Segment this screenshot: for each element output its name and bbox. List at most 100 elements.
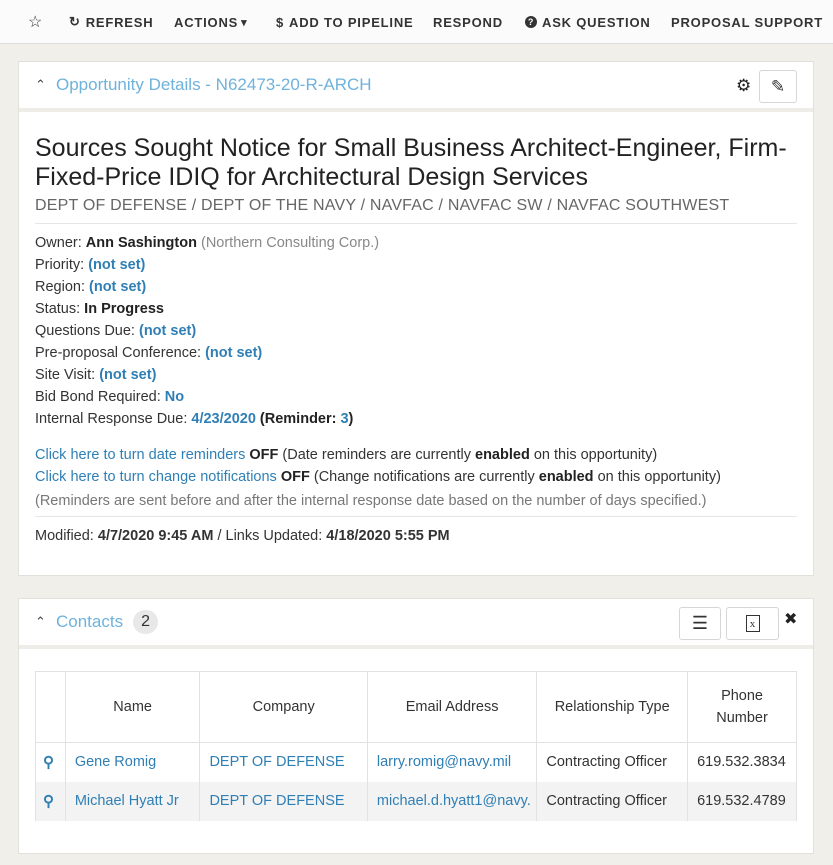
owner-row: Owner: Ann Sashington (Northern Consulti… bbox=[35, 232, 797, 254]
dollar-icon: $ bbox=[276, 14, 285, 30]
table-row: ⚲ Michael Hyatt Jr DEPT OF DEFENSE micha… bbox=[35, 781, 797, 821]
links-updated-label: / Links Updated: bbox=[217, 528, 323, 544]
gear-icon[interactable]: ⚙ bbox=[736, 76, 751, 96]
questions-due-row: Questions Due: (not set) bbox=[35, 320, 797, 342]
change-notifications-row: Click here to turn change notifications … bbox=[35, 466, 797, 488]
caret-down-icon: ▾ bbox=[241, 16, 248, 29]
bid-bond-row: Bid Bond Required: No bbox=[35, 386, 797, 408]
column-header-company[interactable]: Company bbox=[199, 671, 368, 743]
proposal-support-button[interactable]: PROPOSAL SUPPORT bbox=[671, 0, 823, 44]
contacts-table-wrap: Name Company Email Address Relationship … bbox=[19, 649, 813, 861]
site-visit-label: Site Visit: bbox=[35, 367, 96, 383]
date-reminders-link-text: Click here to turn date reminders bbox=[35, 447, 246, 463]
change-notif-enabled: enabled bbox=[538, 469, 594, 485]
questions-due-value[interactable]: (not set) bbox=[139, 323, 196, 339]
opportunity-details-panel: ⌃ Opportunity Details - N62473-20-R-ARCH… bbox=[18, 61, 814, 576]
change-notif-off: OFF bbox=[280, 469, 310, 485]
contacts-table: Name Company Email Address Relationship … bbox=[35, 671, 797, 821]
refresh-button[interactable]: ↻ REFRESH bbox=[69, 0, 153, 44]
contacts-title[interactable]: Contacts bbox=[56, 612, 123, 632]
close-icon[interactable]: ✖ bbox=[784, 609, 797, 629]
details-fields: Owner: Ann Sashington (Northern Consulti… bbox=[35, 232, 797, 430]
pencil-icon: ✎ bbox=[770, 76, 786, 96]
internal-due-label: Internal Response Due: bbox=[35, 411, 188, 427]
site-visit-row: Site Visit: (not set) bbox=[35, 364, 797, 386]
contact-name-link[interactable]: Michael Hyatt Jr bbox=[75, 793, 179, 809]
contact-company-link[interactable]: DEPT OF DEFENSE bbox=[209, 754, 344, 770]
excel-icon: x bbox=[745, 615, 760, 632]
collapse-icon[interactable]: ⌃ bbox=[35, 614, 46, 630]
opportunity-details-body: Sources Sought Notice for Small Business… bbox=[19, 112, 813, 559]
date-reminders-row: Click here to turn date reminders OFF (D… bbox=[35, 444, 797, 466]
contact-relationship: Contracting Officer bbox=[536, 742, 689, 782]
date-reminders-toggle-link[interactable]: Click here to turn date reminders OFF bbox=[35, 447, 278, 463]
contacts-count-badge: 2 bbox=[133, 610, 158, 634]
collapse-icon[interactable]: ⌃ bbox=[35, 77, 46, 93]
preproposal-row: Pre-proposal Conference: (not set) bbox=[35, 342, 797, 364]
contacts-header: ⌃ Contacts 2 ☰ x ✖ bbox=[19, 599, 813, 649]
contact-relationship: Contracting Officer bbox=[536, 781, 689, 821]
toolbar: ☆ ↻ REFRESH ACTIONS ▾ $ ADD TO PIPELINE … bbox=[0, 0, 833, 44]
ask-question-button[interactable]: ? ASK QUESTION bbox=[525, 0, 651, 44]
ask-question-label: ASK QUESTION bbox=[542, 14, 651, 30]
region-value[interactable]: (not set) bbox=[89, 279, 146, 295]
respond-label: RESPOND bbox=[433, 14, 503, 30]
edit-button[interactable]: ✎ bbox=[759, 70, 797, 103]
add-to-pipeline-label: ADD TO PIPELINE bbox=[289, 14, 414, 30]
date-reminders-note-a: (Date reminders are currently bbox=[282, 447, 471, 463]
date-reminders-note-b: on this opportunity) bbox=[533, 447, 658, 463]
question-circle-icon: ? bbox=[525, 16, 537, 28]
change-notifications-toggle-link[interactable]: Click here to turn change notifications … bbox=[35, 469, 310, 485]
contacts-panel: ⌃ Contacts 2 ☰ x ✖ Name Company Email Ad… bbox=[18, 598, 814, 854]
priority-value[interactable]: (not set) bbox=[88, 257, 145, 273]
internal-due-value[interactable]: 4/23/2020 bbox=[191, 411, 256, 427]
reminder-value[interactable]: 3 bbox=[340, 411, 348, 427]
proposal-support-label: PROPOSAL SUPPORT bbox=[671, 14, 823, 30]
column-header-email[interactable]: Email Address bbox=[366, 671, 538, 743]
favorite-star-button[interactable]: ☆ bbox=[28, 0, 43, 44]
reminder-note: (Reminders are sent before and after the… bbox=[35, 490, 797, 517]
owner-name: Ann Sashington bbox=[85, 235, 197, 251]
preproposal-value[interactable]: (not set) bbox=[205, 345, 262, 361]
modified-row: Modified: 4/7/2020 9:45 AM / Links Updat… bbox=[35, 525, 797, 547]
export-excel-button[interactable]: x bbox=[726, 607, 779, 640]
actions-dropdown[interactable]: ACTIONS ▾ bbox=[174, 0, 247, 44]
agency-path: DEPT OF DEFENSE / DEPT OF THE NAVY / NAV… bbox=[35, 197, 797, 224]
search-icon[interactable]: ⚲ bbox=[35, 781, 66, 821]
contact-phone: 619.532.4789 bbox=[687, 781, 797, 821]
list-icon: ☰ bbox=[691, 613, 709, 633]
priority-row: Priority: (not set) bbox=[35, 254, 797, 276]
contact-name-link[interactable]: Gene Romig bbox=[75, 754, 156, 770]
owner-label: Owner: bbox=[35, 235, 82, 251]
refresh-icon: ↻ bbox=[69, 14, 81, 29]
preproposal-label: Pre-proposal Conference: bbox=[35, 345, 202, 361]
change-notif-link-text: Click here to turn change notifications bbox=[35, 469, 277, 485]
owner-org: (Northern Consulting Corp.) bbox=[200, 235, 380, 251]
column-header-name[interactable]: Name bbox=[64, 671, 201, 743]
opportunity-details-title[interactable]: Opportunity Details - N62473-20-R-ARCH bbox=[56, 75, 372, 95]
add-to-pipeline-button[interactable]: $ ADD TO PIPELINE bbox=[276, 0, 413, 44]
table-row: ⚲ Gene Romig DEPT OF DEFENSE larry.romig… bbox=[35, 742, 797, 782]
table-header-row: Name Company Email Address Relationship … bbox=[35, 671, 797, 743]
column-header-relationship[interactable]: Relationship Type bbox=[536, 671, 689, 743]
status-value: In Progress bbox=[84, 301, 164, 317]
contact-email-link[interactable]: larry.romig@navy.mil bbox=[377, 754, 511, 770]
search-icon[interactable]: ⚲ bbox=[35, 742, 66, 782]
date-reminders-off: OFF bbox=[249, 447, 279, 463]
modified-label: Modified: bbox=[35, 528, 94, 544]
region-row: Region: (not set) bbox=[35, 276, 797, 298]
column-header-phone[interactable]: Phone Number bbox=[687, 671, 797, 743]
list-view-button[interactable]: ☰ bbox=[679, 607, 721, 640]
actions-label: ACTIONS bbox=[174, 14, 239, 30]
change-notif-note-b: on this opportunity) bbox=[597, 469, 721, 485]
contact-company-link[interactable]: DEPT OF DEFENSE bbox=[209, 793, 344, 809]
contact-phone: 619.532.3834 bbox=[687, 742, 797, 782]
column-header-actions bbox=[35, 671, 66, 743]
site-visit-value[interactable]: (not set) bbox=[99, 367, 156, 383]
opportunity-details-header: ⌃ Opportunity Details - N62473-20-R-ARCH… bbox=[19, 62, 813, 112]
contact-email-link[interactable]: michael.d.hyatt1@navy. bbox=[377, 793, 531, 809]
status-row: Status: In Progress bbox=[35, 298, 797, 320]
region-label: Region: bbox=[35, 279, 85, 295]
respond-button[interactable]: RESPOND bbox=[433, 0, 503, 44]
bid-bond-value[interactable]: No bbox=[165, 389, 184, 405]
